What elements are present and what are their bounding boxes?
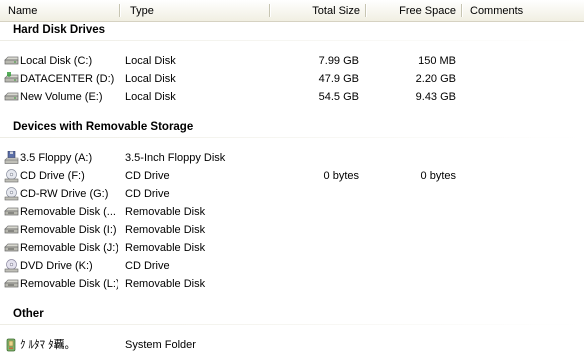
drive-name: Removable Disk (... xyxy=(20,206,116,218)
column-header-total-size-label: Total Size xyxy=(312,5,360,17)
drive-type: Local Disk xyxy=(125,55,176,67)
removable-disk-icon xyxy=(4,277,19,291)
drive-name: New Volume (E:) xyxy=(20,91,103,103)
column-header-type-label: Type xyxy=(130,5,154,17)
system-folder-row[interactable]: ｸ ﾙﾀﾏ ﾀ覊｡ System Folder xyxy=(0,336,584,354)
drive-free-space xyxy=(366,185,456,203)
drive-row-g[interactable]: CD-RW Drive (G:) CD Drive xyxy=(0,185,584,203)
drive-total-size xyxy=(270,149,359,167)
drive-free-space: 2.20 GB xyxy=(415,73,456,85)
drive-name: DVD Drive (K:) xyxy=(20,260,93,272)
column-header-free-space-label: Free Space xyxy=(399,5,456,17)
dvd-drive-icon xyxy=(4,259,19,273)
drive-name: Local Disk (C:) xyxy=(20,55,93,67)
drive-total-size xyxy=(270,257,359,275)
drive-total-size xyxy=(270,185,359,203)
drive-type: Removable Disk xyxy=(125,224,206,236)
cd-drive-icon xyxy=(4,169,19,183)
drive-row-f[interactable]: CD Drive (F:) CD Drive 0 bytes 0 bytes xyxy=(0,167,584,185)
drive-total-size: 0 bytes xyxy=(323,170,359,182)
drive-row-h[interactable]: Removable Disk (... Removable Disk xyxy=(0,203,584,221)
drive-type: CD Drive xyxy=(125,260,170,272)
drive-free-space xyxy=(366,149,456,167)
drive-type: 3.5-Inch Floppy Disk xyxy=(125,152,226,164)
drive-free-space xyxy=(366,257,456,275)
drive-total-size xyxy=(270,239,359,257)
column-header-total-size[interactable]: Total Size xyxy=(270,0,366,21)
drive-total-size: 54.5 GB xyxy=(318,91,359,103)
drive-name: DATACENTER (D:) xyxy=(20,73,115,85)
column-header-comments-label: Comments xyxy=(470,5,524,17)
drive-free-space xyxy=(366,221,456,239)
group-title-removable-storage: Devices with Removable Storage xyxy=(13,121,194,133)
drive-row-d[interactable]: DATACENTER (D:) Local Disk 47.9 GB 2.20 … xyxy=(0,70,584,88)
group-title-other: Other xyxy=(13,308,44,320)
drive-total-size xyxy=(270,203,359,221)
drive-name: CD-RW Drive (G:) xyxy=(20,188,109,200)
group-divider xyxy=(0,137,584,138)
column-header-name[interactable]: Name xyxy=(0,0,120,21)
removable-disk-icon xyxy=(4,205,19,219)
drive-free-space: 9.43 GB xyxy=(415,91,456,103)
drive-type: Local Disk xyxy=(125,91,176,103)
drive-type: CD Drive xyxy=(125,188,170,200)
drive-free-space xyxy=(366,203,456,221)
hard-disk-icon xyxy=(4,90,19,104)
drive-type: Local Disk xyxy=(125,73,176,85)
drive-name: Removable Disk (L:) xyxy=(20,278,118,290)
drive-name: Removable Disk (J:) xyxy=(20,242,118,254)
drive-row-e[interactable]: New Volume (E:) Local Disk 54.5 GB 9.43 … xyxy=(0,88,584,106)
folder-name: ｸ ﾙﾀﾏ ﾀ覊｡ xyxy=(20,339,71,351)
drive-total-size: 7.99 GB xyxy=(318,55,359,67)
floppy-drive-icon xyxy=(4,150,19,165)
drive-row-l[interactable]: Removable Disk (L:) Removable Disk xyxy=(0,275,584,293)
drive-type: Removable Disk xyxy=(125,278,206,290)
drive-total-size xyxy=(270,221,359,239)
drive-type: Removable Disk xyxy=(125,242,206,254)
drive-row-i[interactable]: Removable Disk (I:) Removable Disk xyxy=(0,221,584,239)
drive-name: 3.5 Floppy (A:) xyxy=(20,152,93,164)
folder-type: System Folder xyxy=(125,339,196,351)
hard-disk-icon xyxy=(4,72,19,86)
column-header-name-label: Name xyxy=(8,5,38,17)
column-header-comments[interactable]: Comments xyxy=(462,0,584,21)
group-title-hard-disk-drives: Hard Disk Drives xyxy=(13,24,106,36)
drive-free-space: 0 bytes xyxy=(420,170,456,182)
drive-name: CD Drive (F:) xyxy=(20,170,85,182)
drive-total-size xyxy=(270,275,359,293)
drive-row-k[interactable]: DVD Drive (K:) CD Drive xyxy=(0,257,584,275)
column-header-free-space[interactable]: Free Space xyxy=(366,0,462,21)
removable-disk-icon xyxy=(4,241,19,255)
group-divider xyxy=(0,324,584,325)
removable-disk-icon xyxy=(4,223,19,237)
drive-row-c[interactable]: Local Disk (C:) Local Disk 7.99 GB 150 M… xyxy=(0,52,584,70)
drive-free-space xyxy=(366,239,456,257)
group-divider xyxy=(0,40,584,41)
drive-type: Removable Disk xyxy=(125,206,206,218)
system-folder-icon xyxy=(4,338,19,352)
cd-drive-icon xyxy=(4,187,19,201)
drive-name: Removable Disk (I:) xyxy=(20,224,117,236)
drive-type: CD Drive xyxy=(125,170,170,182)
column-header-type[interactable]: Type xyxy=(120,0,270,21)
drive-free-space: 150 MB xyxy=(418,55,456,67)
drive-free-space xyxy=(366,275,456,293)
drive-row-j[interactable]: Removable Disk (J:) Removable Disk xyxy=(0,239,584,257)
drive-total-size: 47.9 GB xyxy=(318,73,359,85)
drive-row-a[interactable]: 3.5 Floppy (A:) 3.5-Inch Floppy Disk xyxy=(0,149,584,167)
column-header: Name Type Total Size Free Space Comments xyxy=(0,0,584,22)
hard-disk-icon xyxy=(4,54,19,68)
